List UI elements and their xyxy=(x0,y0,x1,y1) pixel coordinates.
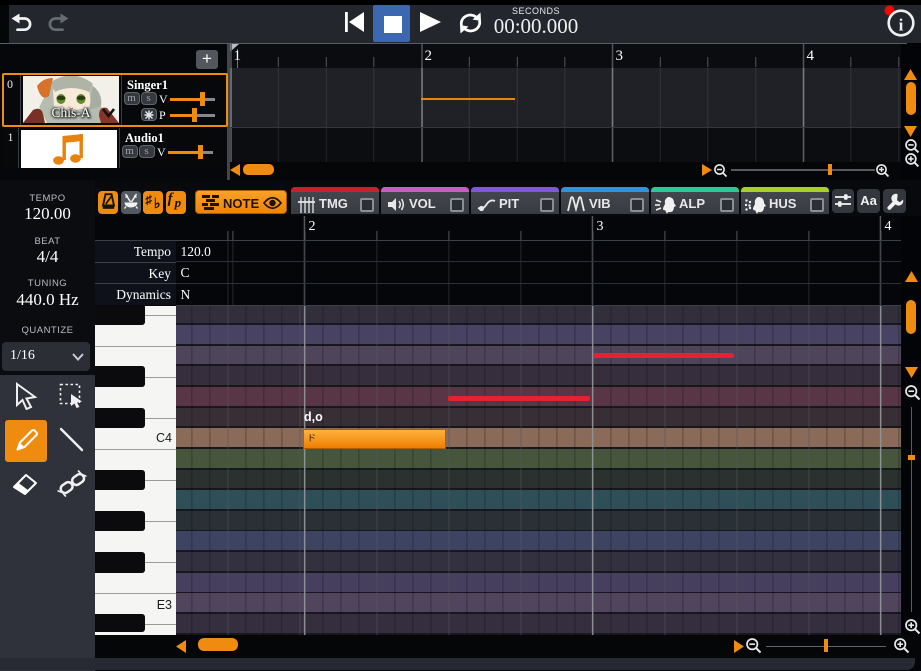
svg-text:i: i xyxy=(899,16,904,35)
